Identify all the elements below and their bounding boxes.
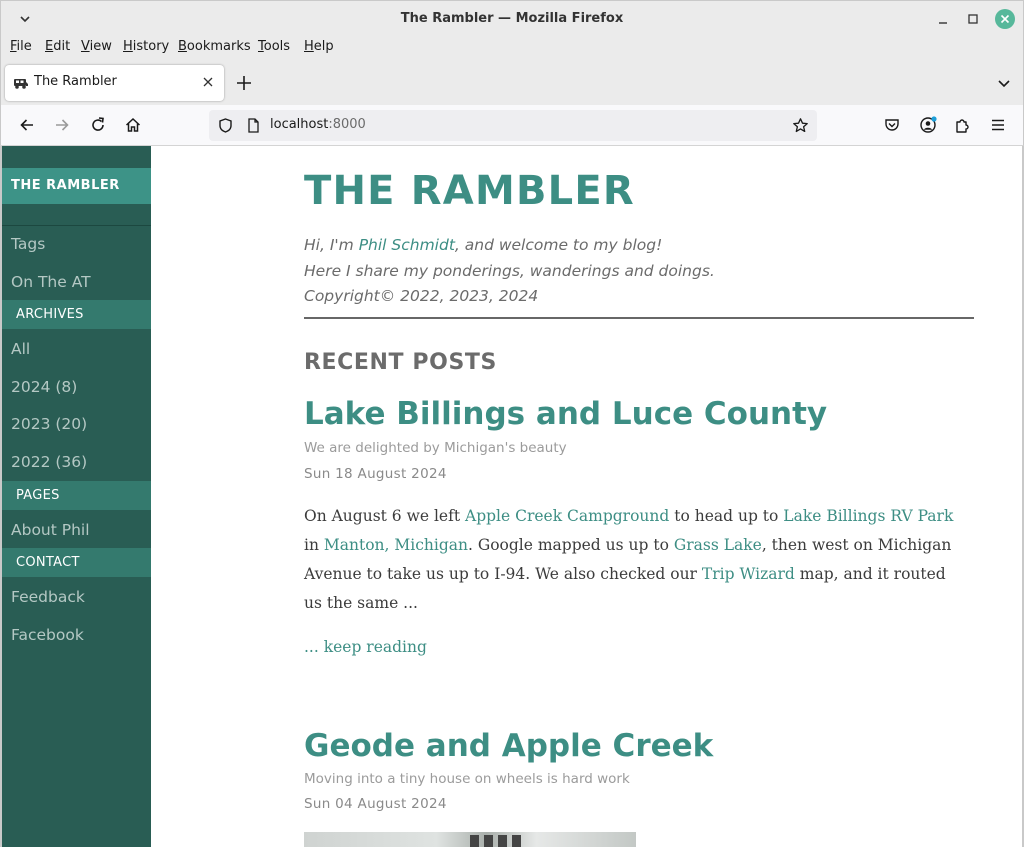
tab-the-rambler[interactable]: The Rambler [5,65,224,101]
sidebar-link-all[interactable]: All [11,340,30,358]
sidebar-heading-label: CONTACT [16,555,80,570]
sidebar-link-feedback[interactable]: Feedback [11,588,85,606]
post-text: map, and it routed [794,565,946,583]
page-info-icon[interactable] [245,117,262,134]
header-divider [304,317,974,319]
post-date: Sun 18 August 2024 [304,466,447,482]
maximize-icon[interactable] [963,9,983,29]
extensions-icon[interactable] [954,116,972,134]
post-body-line: On August 6 we left Apple Creek Campgrou… [304,507,953,525]
list-all-tabs-icon[interactable] [995,74,1013,92]
post-body-line: us the same ... [304,594,418,612]
title-bar: The Rambler — Mozilla Firefox [0,0,1024,36]
app-menu-icon[interactable] [989,116,1007,134]
bookmark-star-icon[interactable] [792,117,809,134]
post-body-line: in Manton, Michigan. Google mapped us up… [304,536,951,554]
sidebar-heading-label: ARCHIVES [16,307,84,322]
menu-edit[interactable]: Edit [45,39,70,54]
menu-help[interactable]: Help [304,39,334,54]
link-trip-wizard[interactable]: Trip Wizard [702,565,795,583]
link-grass-lake[interactable]: Grass Lake [674,536,762,554]
post-text: . Google mapped us up to [467,536,674,554]
close-window-button[interactable] [995,9,1015,29]
window-detail [484,835,493,847]
window-detail [498,835,507,847]
sidebar-link-facebook[interactable]: Facebook [11,626,84,644]
link-manton-michigan[interactable]: Manton, Michigan [324,536,468,554]
reload-icon[interactable] [89,116,107,134]
link-lake-billings-rv-park[interactable]: Lake Billings RV Park [783,507,953,525]
window-detail [470,835,479,847]
post-text: in [304,536,324,554]
sidebar-heading-archives: ARCHIVES [2,300,151,329]
menu-bar: File Edit View History Bookmarks Tools H… [0,36,1024,60]
tab-title: The Rambler [34,74,117,89]
address-bar[interactable]: localhost:8000 [209,110,817,141]
intro-text: , and welcome to my blog! [454,236,663,254]
sidebar-heading-label: PAGES [16,488,60,503]
menu-file[interactable]: File [10,39,32,54]
url-host: localhost [270,117,329,132]
post-subtitle: Moving into a tiny house on wheels is ha… [304,771,630,787]
intro-line-1: Hi, I'm Phil Schmidt, and welcome to my … [304,236,662,254]
sidebar-heading-pages: PAGES [2,481,151,510]
window-detail [512,835,521,847]
rv-favicon-icon [14,79,28,89]
post-body-line: Avenue to take us up to I-94. We also ch… [304,565,946,583]
sidebar-brand[interactable]: THE RAMBLER [2,168,151,204]
sidebar-link-on-the-at[interactable]: On The AT [11,273,91,291]
sidebar-divider [2,225,151,226]
pocket-icon[interactable] [883,116,901,134]
minimize-icon[interactable] [933,9,953,29]
tracking-protection-shield-icon[interactable] [217,117,234,134]
link-apple-creek-campground[interactable]: Apple Creek Campground [465,507,669,525]
copyright: Copyright© 2022, 2023, 2024 [304,287,539,305]
sidebar-link-2022[interactable]: 2022 (36) [11,453,87,471]
window-title: The Rambler — Mozilla Firefox [400,11,624,26]
post-title-link[interactable]: Geode and Apple Creek [304,728,713,764]
post-subtitle: We are delighted by Michigan's beauty [304,440,567,456]
keep-reading-link[interactable]: ... keep reading [304,638,427,656]
sidebar-brand-label: THE RAMBLER [11,178,120,193]
post-text: , then west on Michigan [761,536,952,554]
sidebar-link-about-phil[interactable]: About Phil [11,521,90,539]
close-icon [1000,14,1010,24]
navigation-toolbar: localhost:8000 [0,105,1024,146]
post-title-link[interactable]: Lake Billings and Luce County [304,396,827,432]
post-image[interactable] [304,832,636,847]
intro-text: Hi, I'm [304,236,359,254]
menu-history[interactable]: History [123,39,169,54]
sidebar: THE RAMBLER Tags On The AT ARCHIVES All … [2,146,151,847]
url-port: :8000 [328,117,366,132]
intro-line-2: Here I share my ponderings, wanderings a… [304,262,715,280]
forward-icon[interactable] [53,116,71,134]
menu-view[interactable]: View [81,39,112,54]
menu-bookmarks[interactable]: Bookmarks [178,39,251,54]
menu-tools[interactable]: Tools [258,39,290,54]
post-text: to head up to [669,507,784,525]
post-text: On August 6 we left [304,507,465,525]
author-link[interactable]: Phil Schmidt [359,236,455,254]
recent-posts-heading: RECENT POSTS [304,350,497,375]
home-icon[interactable] [124,116,142,134]
back-icon[interactable] [18,116,36,134]
sidebar-link-2024[interactable]: 2024 (8) [11,378,77,396]
sidebar-link-2023[interactable]: 2023 (20) [11,415,87,433]
new-tab-icon[interactable] [235,74,253,92]
sidebar-heading-contact: CONTACT [2,548,151,577]
close-tab-icon[interactable] [201,75,215,89]
post-date: Sun 04 August 2024 [304,796,447,812]
account-icon[interactable] [919,116,937,134]
sidebar-link-tags[interactable]: Tags [11,235,45,253]
url-text: localhost:8000 [270,117,366,132]
tab-strip: The Rambler [0,60,1024,105]
post-text: Avenue to take us up to I-94. We also ch… [304,565,702,583]
site-title[interactable]: THE RAMBLER [304,168,635,214]
